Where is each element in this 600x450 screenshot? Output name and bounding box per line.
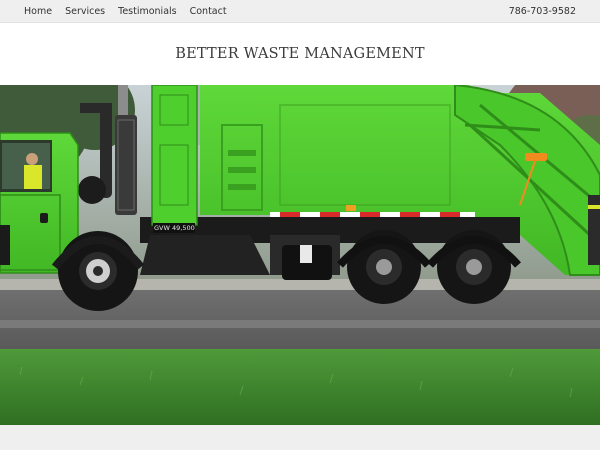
hero-banner: GVW 49,500 — [0, 85, 600, 425]
reflective-stripe — [270, 212, 475, 217]
worker-figure — [588, 195, 600, 265]
truck-gvw-label: GVW 49,500 — [154, 224, 195, 232]
footer-strip — [0, 425, 600, 450]
nav-link-services[interactable]: Services — [65, 6, 105, 17]
site-header: BETTER WASTE MANAGEMENT — [0, 23, 600, 85]
garbage-truck-hero-image: GVW 49,500 — [0, 85, 600, 425]
nav-link-testimonials[interactable]: Testimonials — [118, 6, 176, 17]
site-title: BETTER WASTE MANAGEMENT — [175, 46, 425, 62]
nav-links: Home Services Testimonials Contact — [24, 6, 240, 17]
nav-link-home[interactable]: Home — [24, 6, 52, 17]
phone-number[interactable]: 786-703-9582 — [509, 6, 576, 17]
nav-link-contact[interactable]: Contact — [190, 6, 227, 17]
top-navigation-bar: Home Services Testimonials Contact 786-7… — [0, 0, 600, 23]
